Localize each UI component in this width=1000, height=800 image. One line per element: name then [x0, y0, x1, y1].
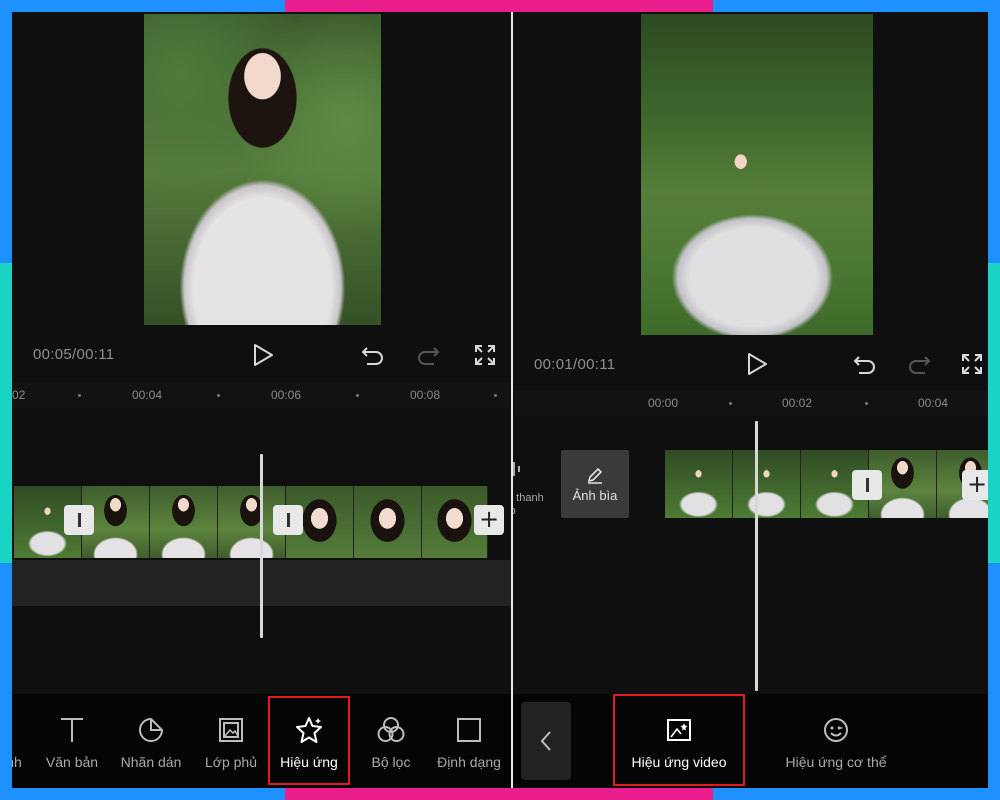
ruler-dot: [356, 394, 359, 397]
timeline-ruler[interactable]: 02 00:04 00:06 00:08: [12, 382, 511, 408]
redo-icon[interactable]: [906, 351, 932, 377]
tool-filter[interactable]: Bộ lọc: [356, 694, 426, 788]
mute-audio-icon[interactable]: [513, 460, 525, 478]
frame-bottom-right: [713, 788, 1000, 800]
body-effects-icon: [823, 717, 849, 743]
frame-top-middle: [285, 0, 713, 12]
ruler-dot: [217, 394, 220, 397]
tool-sticker[interactable]: Nhãn dán: [116, 694, 186, 788]
add-clip-button[interactable]: +: [962, 470, 988, 500]
clip-thumbnail: [150, 486, 218, 558]
overlay-icon: [219, 718, 243, 742]
ruler-tick: 02: [12, 388, 26, 402]
clip-thumbnail: [354, 486, 422, 558]
undo-icon[interactable]: [360, 342, 386, 368]
ruler-dot: [78, 394, 81, 397]
format-icon: [457, 718, 481, 742]
transition-button[interactable]: [64, 505, 94, 535]
playback-time: 00:01/00:11: [534, 356, 616, 373]
frame-left-middle: [0, 263, 12, 563]
text-icon: [61, 718, 83, 742]
filter-icon: [377, 717, 405, 742]
transition-button[interactable]: [852, 470, 882, 500]
frame-top-right: [713, 0, 1000, 12]
fullscreen-icon[interactable]: [472, 342, 498, 368]
sticker-icon: [139, 717, 164, 742]
ruler-tick: 00:04: [132, 388, 163, 402]
video-preview[interactable]: [144, 14, 381, 325]
redo-icon[interactable]: [415, 342, 441, 368]
fullscreen-icon[interactable]: [959, 351, 985, 377]
tool-label: Văn bản: [45, 754, 99, 770]
tool-label: Lớp phủ: [204, 754, 257, 770]
mute-audio-label: n thanh ip: [513, 492, 544, 517]
tool-body-effects[interactable]: Hiệu ứng cơ thể: [771, 694, 901, 788]
clip-thumbnail: [665, 450, 733, 518]
play-icon[interactable]: [250, 342, 276, 368]
transition-button[interactable]: [273, 505, 303, 535]
playhead[interactable]: [755, 421, 758, 691]
edit-pencil-icon: [587, 467, 603, 484]
chevron-left-icon: [540, 731, 551, 751]
playhead[interactable]: [260, 454, 263, 638]
ruler-tick: 00:06: [271, 388, 302, 402]
frame-top-left: [0, 0, 285, 12]
back-button[interactable]: [521, 702, 571, 780]
playback-time: 00:05/00:11: [33, 346, 115, 363]
tool-format[interactable]: Định dạng: [432, 694, 506, 788]
ruler-dot: [729, 402, 732, 405]
ruler-dot: [494, 394, 497, 397]
tool-label: Hiệu ứng cơ thể: [785, 754, 887, 770]
ruler-tick: 00:04: [918, 396, 949, 410]
effects-toolbar: Hiệu ứng video Hiệu ứng cơ thể: [513, 694, 988, 788]
tool-text[interactable]: Văn bản: [38, 694, 106, 788]
ruler-dot: [865, 402, 868, 405]
ruler-tick: 00:02: [782, 396, 813, 410]
play-icon[interactable]: [744, 351, 770, 377]
ruler-tick: 00:00: [648, 396, 679, 410]
left-editor-screen: 00:05/00:11 02 00:04 00:06 00:08 + h Văn…: [12, 12, 511, 788]
frame-right-top: [988, 0, 1000, 263]
video-preview[interactable]: [641, 14, 873, 335]
frame-left-top: [0, 0, 12, 263]
tool-label: nh: [12, 754, 22, 770]
cover-button[interactable]: Ảnh bìa: [561, 450, 629, 518]
right-editor-screen: 00:01/00:11 00:00 00:02 00:04 n thanh ip…: [513, 12, 988, 788]
frame-left-bottom: [0, 563, 12, 800]
ruler-tick: 00:08: [410, 388, 441, 402]
tool-label: Nhãn dán: [120, 754, 182, 770]
undo-icon[interactable]: [852, 351, 878, 377]
highlight-box: [268, 696, 350, 785]
tool-partial[interactable]: nh: [12, 694, 34, 788]
add-clip-button[interactable]: +: [474, 505, 504, 535]
tool-overlay[interactable]: Lớp phủ: [196, 694, 266, 788]
tool-label: Định dạng: [437, 754, 501, 770]
highlight-box: [613, 694, 745, 786]
tool-label: Bộ lọc: [371, 754, 411, 770]
frame-right-middle: [988, 263, 1000, 563]
frame-bottom-middle: [285, 788, 713, 800]
frame-bottom-left: [0, 788, 285, 800]
frame-right-bottom: [988, 563, 1000, 800]
video-clip-track[interactable]: [665, 450, 988, 518]
timeline-ruler[interactable]: 00:00 00:02 00:04: [513, 390, 988, 416]
bottom-toolbar: nh Văn bản Nhãn dán Lớp phủ Hiệu ứng Bộ …: [12, 694, 511, 788]
clip-thumbnail: [733, 450, 801, 518]
cover-label: Ảnh bìa: [572, 487, 618, 503]
